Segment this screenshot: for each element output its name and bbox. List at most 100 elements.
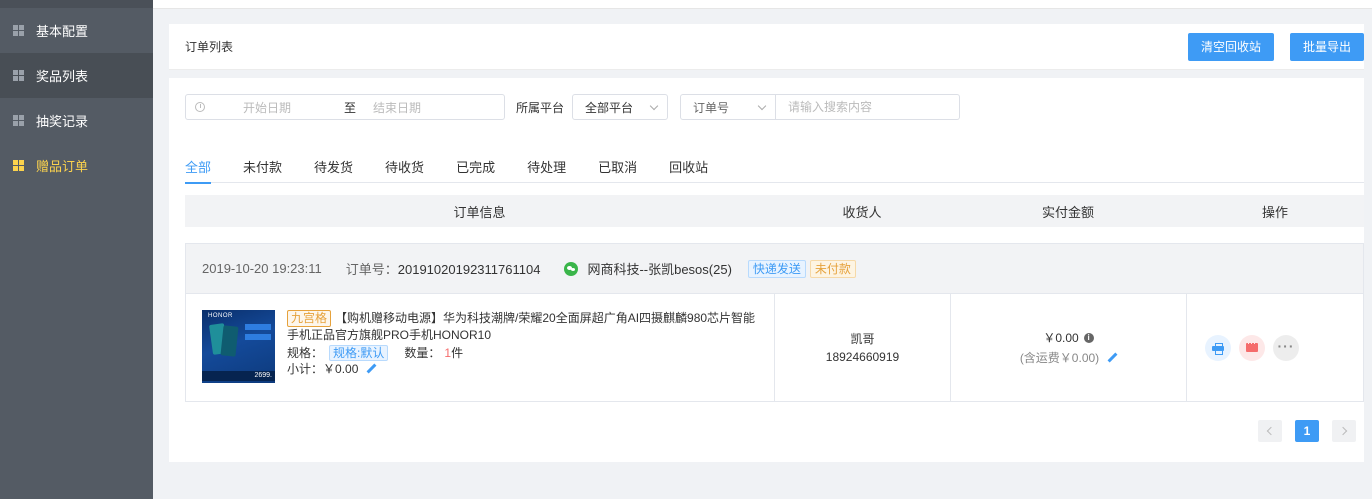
quantity-unit: 件 (451, 346, 464, 360)
header-divider (169, 70, 1364, 78)
message-icon (1246, 338, 1258, 352)
sidebar-item-gift-orders[interactable]: 赠品订单 (0, 143, 153, 188)
filter-bar: 开始日期 至 结束日期 所属平台 全部平台 订单号 (185, 94, 961, 120)
platform-select[interactable]: 全部平台 (572, 94, 669, 120)
thumbnail-price: 2699. (202, 371, 275, 381)
amount-cell: ￥0.00 i (含运费￥0.00) (951, 294, 1187, 401)
spec-row: 规格： 规格:默认 数量： 1 件 (287, 345, 759, 361)
panel-header: 订单列表 清空回收站 批量导出 (169, 24, 1364, 70)
order-number-value: 20191020192311761104 (397, 262, 541, 277)
chevron-down-icon (757, 101, 767, 110)
thumbnail-badge (245, 324, 271, 330)
edit-pencil-icon[interactable] (1107, 353, 1117, 363)
start-date-input[interactable]: 开始日期 (243, 99, 327, 116)
sidebar-item-basic-config[interactable]: 基本配置 (0, 8, 153, 53)
page-number[interactable]: 1 (1295, 420, 1319, 442)
info-icon[interactable]: i (1083, 332, 1094, 343)
next-page-button[interactable] (1332, 420, 1356, 442)
thumbnail-brand: HONOR (208, 313, 233, 319)
sidebar-item-label: 基本配置 (36, 24, 89, 39)
search-field-select[interactable]: 订单号 (680, 94, 777, 120)
clear-recycle-bin-button[interactable]: 清空回收站 (1187, 32, 1274, 61)
grid-tag: 九宫格 (287, 310, 332, 327)
tab-to-receive[interactable]: 待收货 (385, 157, 424, 183)
spec-label: 规格： (287, 346, 324, 360)
receiver-name: 凯哥 (850, 331, 875, 346)
actions-cell: ··· (1187, 294, 1363, 401)
platform-select-value: 全部平台 (585, 100, 634, 115)
column-header-receiver: 收货人 (842, 204, 882, 220)
batch-export-button[interactable]: 批量导出 (1289, 32, 1364, 61)
sidebar-item-label: 抽奖记录 (36, 114, 89, 129)
header-actions: 清空回收站 批量导出 (1187, 32, 1364, 61)
column-header-actions: 操作 (1261, 204, 1288, 220)
shipping-fee-value: (含运费￥0.00) (1019, 350, 1100, 365)
quantity-label: 数量： (404, 346, 441, 360)
order-number: 订单号：20191020192311761104 (346, 259, 541, 278)
order-body: HONOR 2699. 九宫格 【购机赠移动电源】华为科技潮牌/荣耀20全面屏超广… (186, 294, 1363, 401)
top-bar (153, 0, 1372, 9)
more-button[interactable]: ··· (1273, 334, 1299, 361)
table-header: 订单信息 收货人 实付金额 操作 (185, 195, 1364, 227)
sidebar-item-prize-list[interactable]: 奖品列表 (0, 53, 153, 98)
column-header-amount: 实付金额 (1041, 204, 1094, 220)
tab-cancelled[interactable]: 已取消 (598, 157, 637, 183)
delivery-tag: 快递发送 (747, 259, 806, 278)
date-range-picker[interactable]: 开始日期 至 结束日期 (185, 94, 505, 120)
order-status-tabs: 全部 未付款 待发货 待收货 已完成 待处理 已取消 回收站 (185, 157, 1364, 184)
tab-all[interactable]: 全部 (185, 157, 212, 184)
print-button[interactable] (1205, 334, 1231, 361)
sidebar-top-strip (0, 0, 153, 8)
printer-icon (1212, 342, 1224, 355)
column-header-order-info: 订单信息 (453, 204, 506, 220)
search-field-value: 订单号 (693, 100, 730, 115)
order-meta-row: 2019-10-20 19:23:11 订单号：2019102019231176… (186, 244, 1363, 294)
clock-icon (195, 102, 205, 112)
subtotal-row: 小计： ￥0.00 (287, 361, 759, 377)
product-title[interactable]: 【购机赠移动电源】华为科技潮牌/荣耀20全面屏超广角AI四摄麒麟980芯片智能手… (287, 311, 755, 342)
sidebar-item-draw-records[interactable]: 抽奖记录 (0, 98, 153, 143)
pagination: 1 (1258, 420, 1356, 442)
chevron-right-icon (1338, 426, 1348, 436)
receiver-phone: 18924660919 (825, 349, 900, 364)
chevron-down-icon (649, 101, 659, 110)
end-date-input[interactable]: 结束日期 (373, 99, 421, 116)
order-time: 2019-10-20 19:23:11 (202, 261, 322, 276)
quantity-value: 1 (444, 346, 452, 360)
platform-label: 所属平台 (516, 100, 565, 115)
tab-recycle-bin[interactable]: 回收站 (669, 157, 708, 183)
grid-icon (13, 115, 24, 126)
receiver-cell: 凯哥 18924660919 (775, 294, 951, 401)
subtotal-label: 小计： (287, 362, 324, 376)
paid-amount-value: ￥0.00 (1043, 330, 1079, 345)
order-card: 2019-10-20 19:23:11 订单号：2019102019231176… (185, 243, 1364, 402)
search-input[interactable] (776, 94, 961, 120)
tab-completed[interactable]: 已完成 (456, 157, 495, 183)
prev-page-button[interactable] (1258, 420, 1282, 442)
wechat-icon (564, 261, 579, 276)
sidebar-item-label: 赠品订单 (36, 159, 89, 174)
order-panel: 订单列表 清空回收站 批量导出 开始日期 至 结束日期 所属平台 全部平台 订单… (169, 24, 1364, 462)
thumbnail-badge (245, 334, 271, 340)
order-info-cell: HONOR 2699. 九宫格 【购机赠移动电源】华为科技潮牌/荣耀20全面屏超广… (186, 294, 775, 401)
paid-amount: ￥0.00 i (1043, 328, 1094, 348)
tab-pending[interactable]: 待处理 (527, 157, 566, 183)
order-number-label: 订单号： (345, 262, 398, 277)
sidebar-item-label: 奖品列表 (36, 69, 89, 84)
edit-pencil-icon[interactable] (366, 364, 376, 374)
page-title: 订单列表 (185, 40, 234, 54)
grid-icon (13, 25, 24, 36)
range-separator: 至 (343, 100, 356, 115)
tab-to-ship[interactable]: 待发货 (314, 157, 353, 183)
shipping-fee: (含运费￥0.00) (1020, 348, 1117, 368)
subtotal-value: ￥0.00 (323, 362, 359, 376)
tab-unpaid[interactable]: 未付款 (243, 157, 282, 183)
product-details: 九宫格 【购机赠移动电源】华为科技潮牌/荣耀20全面屏超广角AI四摄麒麟980芯片… (287, 310, 759, 401)
spec-value: 规格:默认 (329, 345, 389, 361)
shop-name: 网商科技--张凯besos(25) (587, 262, 732, 277)
product-thumbnail[interactable]: HONOR 2699. (202, 310, 275, 383)
message-button[interactable] (1239, 334, 1265, 361)
more-dots-icon: ··· (1277, 337, 1295, 354)
status-badge: 未付款 (809, 259, 856, 278)
phone-graphic (220, 325, 239, 357)
